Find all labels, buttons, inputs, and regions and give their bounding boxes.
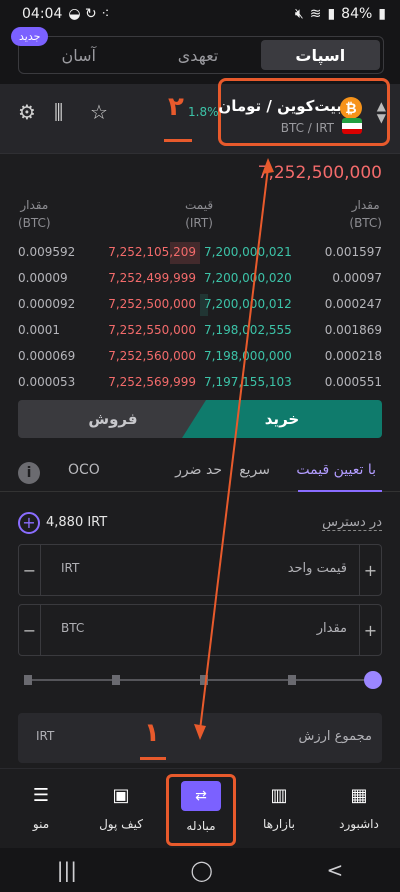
orderbook-header: مقدار (BTC) قیمت (IRT) مقدار (BTC) — [0, 196, 400, 236]
available-balance-row: + 4,880 IRT در دسترس — [0, 512, 400, 536]
orderbook-row[interactable]: 0.0001 7,252,550,000 7,198,002,555 0.001… — [0, 318, 400, 344]
active-tab-indicator — [298, 490, 382, 492]
annotation-underline — [140, 757, 166, 760]
header-amount-left: مقدار (BTC) — [18, 198, 51, 230]
tab-stop-loss[interactable]: حد ضرر — [175, 462, 222, 478]
bottom-nav: ▦ داشبورد ▥ بازارها ⇄ مبادله ▣ کیف پول ☰… — [0, 768, 400, 848]
mode-tabs-bar: اسپات تعهدی آسان جدید — [0, 27, 400, 84]
buy-sell-toggle: فروش خرید — [18, 400, 382, 438]
new-badge: جدید — [11, 27, 49, 46]
exchange-icon: ⇄ — [181, 781, 221, 811]
unit-price-field[interactable]: − IRT قیمت واحد + — [18, 544, 382, 596]
annotation-step-one: ۱ — [144, 718, 160, 748]
pair-header: بیت‌کوین / تومان BTC / IRT ₿ ▲ ▼ 1.8% ۲ ⚙… — [0, 78, 400, 154]
available-label: در دسترس — [322, 515, 382, 531]
status-bar: 04:04 ◒ ↻ ⁖ 🔇︎ ≋ ▮ 84% ▮ — [0, 0, 400, 28]
status-time: 04:04 — [22, 6, 63, 22]
nav-exchange[interactable]: ⇄ مبادله — [166, 781, 236, 833]
amount-field[interactable]: − BTC مقدار + — [18, 604, 382, 656]
order-type-tabs: با تعیین قیمت سریع حد ضرر OCO i — [0, 458, 400, 492]
nav-markets[interactable]: ▥ بازارها — [244, 785, 314, 831]
price-increase-button[interactable]: + — [359, 545, 381, 595]
tab-limit[interactable]: با تعیین قیمت — [296, 462, 376, 478]
system-nav-bar: ||| ◯ < — [0, 848, 400, 892]
orderbook-row[interactable]: 0.009592 7,252,105,209 7,200,000,021 0.0… — [0, 240, 400, 266]
battery-icon: ▮ — [378, 6, 386, 22]
mode-tabs: اسپات تعهدی آسان جدید — [11, 27, 384, 74]
annotation-underline — [164, 139, 192, 142]
pair-name[interactable]: بیت‌کوین / تومان — [218, 97, 342, 115]
markets-icon: ▥ — [270, 785, 288, 806]
deposit-plus-icon[interactable]: + — [18, 512, 40, 534]
orderbook-row[interactable]: 0.000092 7,252,500,000 7,200,000,012 0.0… — [0, 292, 400, 318]
header-amount-right: مقدار (BTC) — [349, 198, 382, 230]
slider-step[interactable] — [288, 675, 296, 685]
dashboard-icon: ▦ — [350, 785, 368, 806]
amount-unit: BTC — [61, 621, 85, 635]
amount-decrease-button[interactable]: − — [19, 605, 41, 655]
slider-step[interactable] — [24, 675, 32, 685]
tab-margin[interactable]: تعهدی — [138, 37, 257, 73]
info-icon[interactable]: i — [18, 462, 40, 484]
amount-increase-button[interactable]: + — [359, 605, 381, 655]
amount-percent-slider[interactable] — [18, 670, 382, 690]
last-price: 7,252,500,000 — [257, 163, 382, 183]
iran-flag-icon — [342, 118, 362, 134]
pair-switch-chevron-icon[interactable]: ▲ ▼ — [377, 100, 386, 124]
tab-market[interactable]: سریع — [239, 462, 270, 478]
bitcoin-icon: ₿ — [340, 97, 362, 119]
total-label: مجموع ارزش — [298, 729, 372, 744]
nav-menu[interactable]: ☰ منو — [6, 785, 76, 831]
notification-icons: ◒ ↻ ⁖ — [68, 6, 110, 22]
back-icon[interactable]: < — [326, 858, 343, 882]
price-label: قیمت واحد — [287, 561, 347, 576]
orderbook-row[interactable]: 0.000053 7,252,569,999 7,197,155,103 0.0… — [0, 370, 400, 396]
sell-button[interactable]: فروش — [18, 400, 208, 438]
price-unit: IRT — [61, 561, 80, 575]
header-price: قیمت (IRT) — [185, 198, 214, 230]
nav-dashboard[interactable]: ▦ داشبورد — [324, 785, 394, 831]
orderbook-row[interactable]: 0.00009 7,252,499,999 7,200,000,020 0.00… — [0, 266, 400, 292]
home-icon[interactable]: ◯ — [191, 858, 213, 882]
price-decrease-button[interactable]: − — [19, 545, 41, 595]
candlestick-chart-icon[interactable]: ⫼ — [54, 100, 63, 124]
available-balance: 4,880 IRT — [46, 515, 108, 530]
orderbook-row[interactable]: 0.000069 7,252,560,000 7,198,000,000 0.0… — [0, 344, 400, 370]
wifi-icon: ≋ — [309, 6, 322, 22]
slider-track — [26, 679, 370, 681]
signal-icon: ▮ — [327, 6, 336, 22]
total-value-field[interactable]: IRT مجموع ارزش — [18, 713, 382, 763]
buy-button[interactable]: خرید — [182, 400, 382, 438]
tab-oco[interactable]: OCO — [68, 462, 100, 478]
menu-icon: ☰ — [32, 785, 50, 806]
total-unit: IRT — [36, 729, 55, 743]
recent-apps-icon[interactable]: ||| — [57, 858, 77, 882]
battery-percent: 84% — [341, 6, 373, 22]
slider-step[interactable] — [112, 675, 120, 685]
pair-symbol: BTC / IRT — [280, 121, 334, 135]
slider-step[interactable] — [200, 675, 208, 685]
gear-icon[interactable]: ⚙ — [18, 100, 36, 124]
slider-knob[interactable] — [364, 671, 382, 689]
amount-label: مقدار — [316, 621, 347, 636]
wallet-icon: ▣ — [112, 785, 130, 806]
star-icon[interactable]: ☆ — [90, 100, 108, 124]
annotation-step-two: ۲ — [168, 92, 184, 122]
nav-wallet[interactable]: ▣ کیف پول — [86, 785, 156, 831]
mute-icon: 🔇︎ — [294, 6, 304, 22]
price-change: 1.8% — [188, 105, 219, 119]
tab-spot[interactable]: اسپات — [260, 40, 380, 70]
